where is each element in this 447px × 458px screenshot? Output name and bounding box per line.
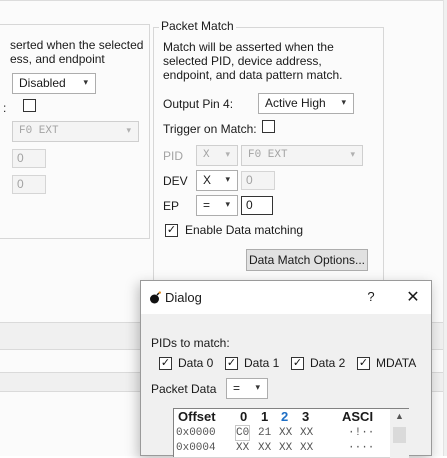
grid-header-3: 3 [302,409,310,424]
ep-label: EP [163,199,180,213]
dialog-title: Dialog [165,290,202,305]
table-cell-byte[interactable]: XX [279,426,292,440]
grid-header-0: 0 [240,409,248,424]
left-output-combo-value: Disabled [19,76,66,90]
chevron-down-icon: ▾ [126,125,131,135]
pid-x-combo[interactable]: X ▾ [196,145,238,166]
table-cell-byte[interactable]: C0 [234,425,251,441]
ep-field[interactable]: 0 [241,196,273,215]
dev-field[interactable]: 0 [241,171,275,190]
main-window: serted when the selected ess, and endpoi… [0,0,447,458]
output-pin-combo-value: Active High [265,96,326,110]
table-cell-ascii[interactable]: ···· [348,441,374,455]
window-top-border [0,0,447,1]
chevron-down-icon: ▾ [83,77,88,87]
table-cell-byte[interactable]: XX [279,441,292,455]
left-dev-field[interactable]: 0 [12,149,46,168]
table-cell-byte[interactable]: XX [236,441,249,455]
background-status-strip-right [432,372,443,392]
pid-data2-label: Data 2 [310,356,346,370]
background-toolbar-strip-right [432,322,443,350]
background-status-strip [0,372,140,392]
table-row-offset: 0x0000 [176,427,216,439]
left-pid-combo-value: F0 EXT [19,125,59,137]
pid-data0-checkbox[interactable]: ✓ [159,357,172,370]
grid-header-2: 2 [281,409,289,424]
packet-match-description: Match will be asserted when the selected… [163,40,343,82]
dev-x-combo[interactable]: X ▾ [196,170,238,191]
grid-header-ascii: ASCI [342,409,374,424]
left-ep-field[interactable]: 0 [12,175,46,194]
packet-data-operator-value: = [233,381,241,395]
help-button[interactable]: ? [363,289,379,304]
dialog-window: Dialog ? ✕ PIDs to match: ✓ Data 0 ✓ Dat… [140,280,432,458]
packet-data-label: Packet Data [151,382,217,396]
ep-operator-value: = [203,198,211,212]
pid-data0-label: Data 0 [178,356,214,370]
output-pin-combo[interactable]: Active High ▾ [258,93,354,114]
dev-label: DEV [163,174,188,188]
grid-header-1: 1 [261,409,269,424]
left-trigger-checkbox[interactable] [23,99,36,112]
output-pin-label: Output Pin 4: [163,97,234,111]
enable-data-matching-label: Enable Data matching [185,223,304,237]
window-right-edge [443,0,447,456]
enable-data-matching-checkbox[interactable]: ✓ [165,224,178,237]
pid-label: PID [163,149,184,163]
pid-x-combo-value: X [203,149,210,161]
chevron-down-icon: ▾ [341,97,346,107]
dev-x-combo-value: X [203,173,212,187]
pid-combo[interactable]: F0 EXT ▾ [241,145,363,166]
background-toolbar-strip [0,322,140,350]
chevron-up-icon[interactable]: ▲ [390,411,409,421]
pid-data1-checkbox[interactable]: ✓ [225,357,238,370]
packet-data-operator-combo[interactable]: = ▾ [226,378,268,399]
left-pid-combo[interactable]: F0 EXT ▾ [12,121,139,142]
chevron-down-icon: ▾ [225,199,230,209]
pid-mdata-label: MDATA [376,356,417,370]
pid-data2-checkbox[interactable]: ✓ [291,357,304,370]
chevron-down-icon: ▾ [225,174,230,184]
chevron-down-icon: ▾ [255,382,260,392]
trigger-on-match-checkbox[interactable] [262,120,275,133]
chevron-down-icon: ▾ [225,149,230,159]
scrollbar-thumb[interactable] [393,427,406,443]
chevron-down-icon: ▾ [350,149,355,159]
table-row-offset: 0x0004 [176,442,216,454]
table-cell-ascii[interactable]: ·!·· [348,426,374,440]
packet-data-grid[interactable]: Offset 0 1 2 3 ASCI 0x0000 C0 21 XX XX ·… [173,408,409,458]
data-match-options-button[interactable]: Data Match Options... [246,249,368,271]
pid-mdata-checkbox[interactable]: ✓ [357,357,370,370]
ep-operator-combo[interactable]: = ▾ [196,195,238,216]
grid-header-offset: Offset [178,409,216,424]
dialog-titlebar[interactable]: Dialog ? ✕ [141,281,431,314]
pid-data1-label: Data 1 [244,356,280,370]
table-cell-byte[interactable]: XX [300,441,313,455]
table-cell-byte[interactable]: XX [258,441,271,455]
pids-to-match-label: PIDs to match: [151,336,230,350]
grid-vertical-scrollbar[interactable]: ▲ [390,409,409,458]
table-cell-byte[interactable]: 21 [258,426,271,440]
trigger-on-match-label: Trigger on Match: [163,122,257,136]
packet-match-title: Packet Match [159,19,236,33]
close-button[interactable]: ✕ [403,287,423,307]
left-output-combo[interactable]: Disabled ▾ [12,73,96,94]
table-cell-byte[interactable]: XX [300,426,313,440]
bomb-icon [150,291,161,304]
pid-combo-value: F0 EXT [248,149,288,161]
left-group-description: serted when the selected ess, and endpoi… [10,38,144,66]
left-trigger-label: : [3,101,7,115]
